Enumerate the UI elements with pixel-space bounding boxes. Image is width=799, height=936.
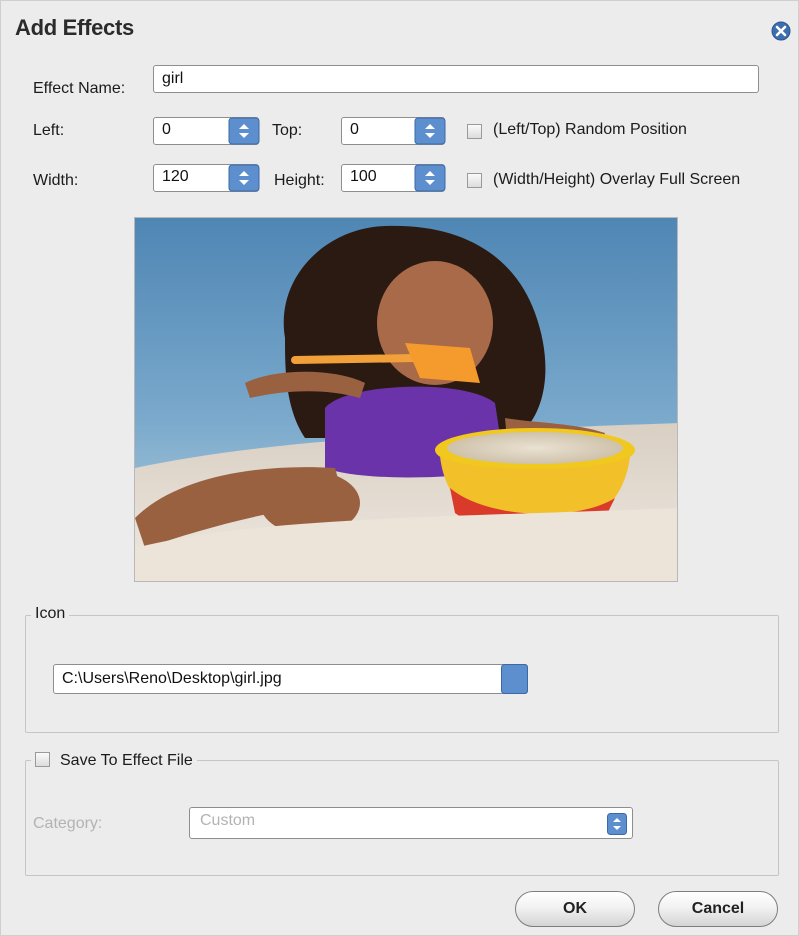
icon-path-input[interactable]: C:\Users\Reno\Desktop\girl.jpg: [53, 664, 528, 694]
top-spin-icon[interactable]: [414, 117, 446, 145]
dialog-title: Add Effects: [15, 15, 134, 40]
save-to-effect-file-label: Save To Effect File: [60, 752, 193, 769]
category-label: Category:: [33, 815, 103, 832]
beach-photo: [135, 218, 677, 581]
random-position-label: (Left/Top) Random Position: [493, 121, 687, 138]
cancel-button[interactable]: Cancel: [658, 891, 778, 927]
random-position-checkbox[interactable]: [467, 124, 482, 139]
overlay-full-screen-checkbox[interactable]: [467, 173, 482, 188]
effect-name-input[interactable]: girl: [153, 65, 759, 93]
left-spin-icon[interactable]: [228, 117, 260, 145]
save-group-legend-wrap: Save To Effect File: [31, 750, 197, 770]
width-spin-icon[interactable]: [228, 164, 260, 192]
overlay-full-screen-label: (Width/Height) Overlay Full Screen: [493, 171, 741, 188]
folder-browse-icon[interactable]: [501, 664, 528, 694]
add-effects-dialog: Add Effects Effect Name: girl Left: 0 To…: [0, 0, 799, 936]
height-label: Height:: [274, 172, 325, 189]
save-to-effect-file-checkbox[interactable]: [35, 752, 50, 767]
effect-preview-image: [134, 217, 678, 582]
top-label: Top:: [272, 122, 303, 139]
height-spin-icon[interactable]: [414, 164, 446, 192]
close-icon[interactable]: [771, 21, 791, 41]
width-label: Width:: [33, 172, 79, 189]
ok-button[interactable]: OK: [515, 891, 635, 927]
icon-group-legend: Icon: [31, 605, 70, 623]
left-label: Left:: [33, 122, 65, 139]
effect-name-label: Effect Name:: [33, 80, 126, 97]
dropdown-arrows-icon[interactable]: [607, 813, 627, 835]
category-select[interactable]: Custom: [189, 807, 633, 839]
